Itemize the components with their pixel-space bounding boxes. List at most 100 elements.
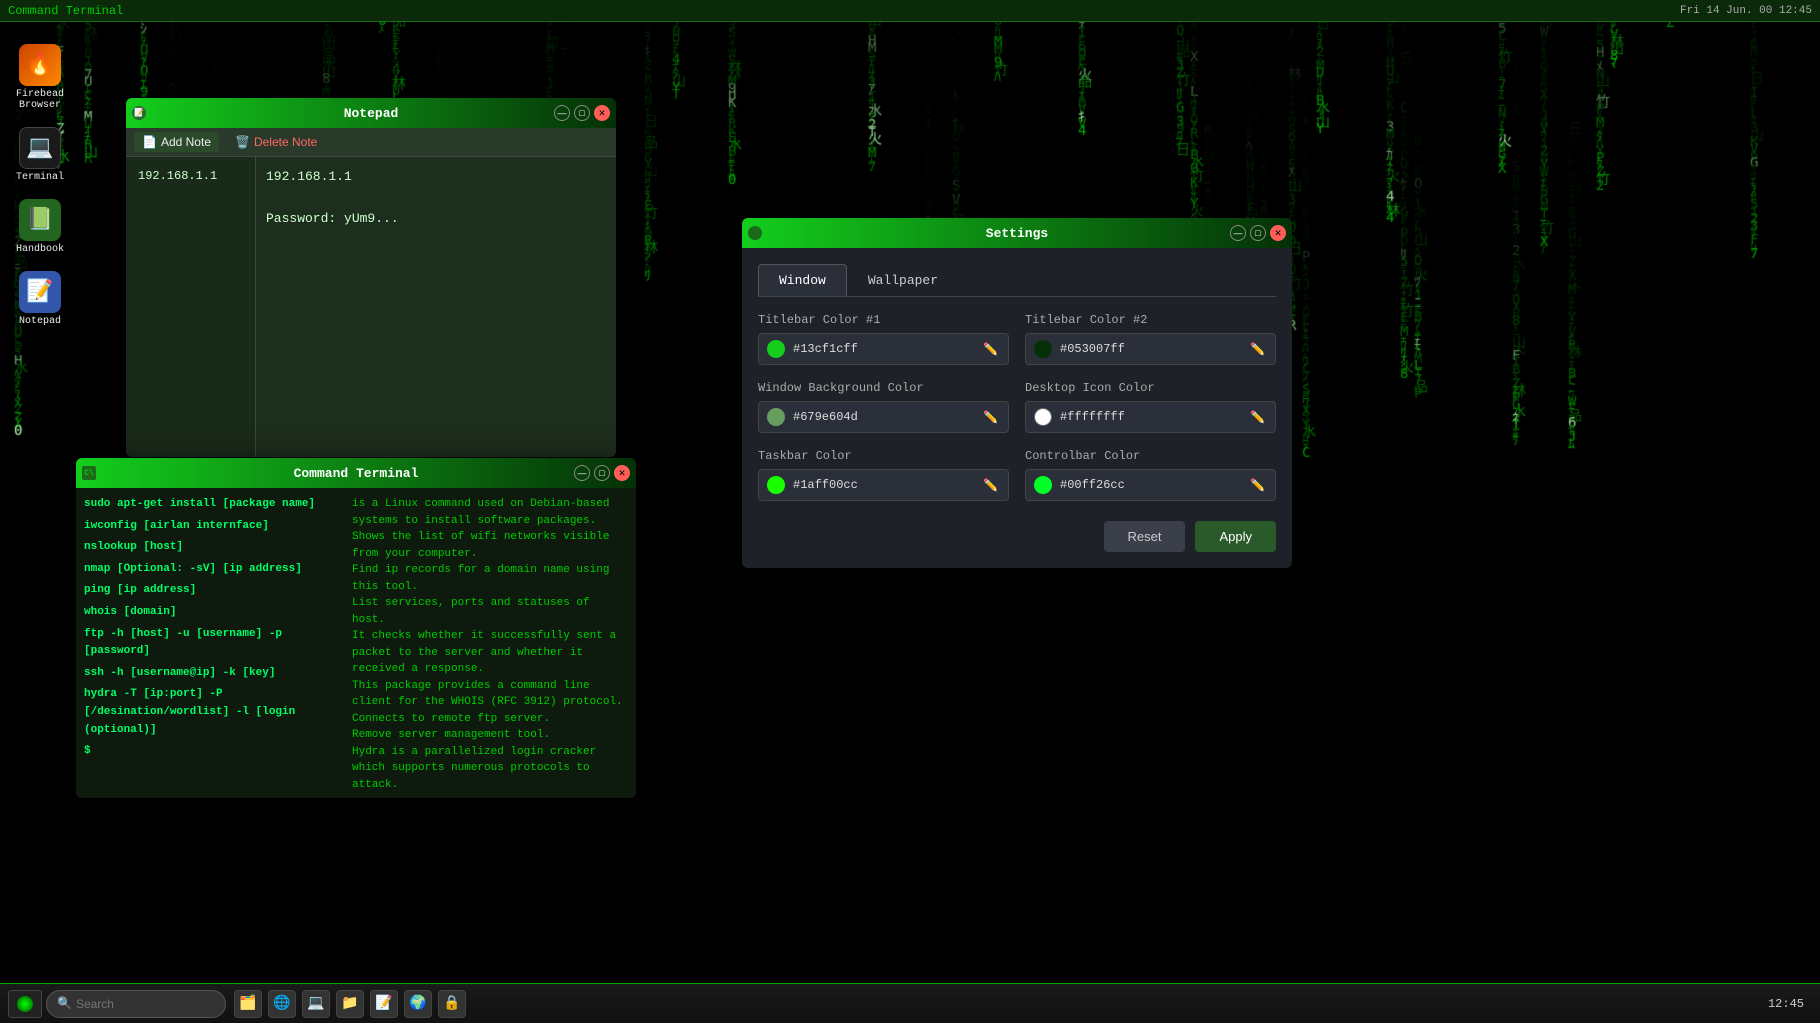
terminal-cmd-6: ftp -h [host] -u [username] -p [password…: [84, 626, 344, 661]
terminal-cmd-2: nslookup [host]: [84, 539, 344, 557]
window-bg-edit-btn[interactable]: ✏️: [981, 408, 1000, 426]
settings-content: Window Wallpaper Titlebar Color #1 #13cf…: [742, 248, 1292, 568]
tab-window-label: Window: [779, 273, 826, 288]
terminal-titlebar[interactable]: C\ Command Terminal — □ ✕: [76, 458, 636, 488]
terminal-desc-8: Hydra is a parallelized login cracker wh…: [352, 744, 628, 794]
delete-note-button[interactable]: 🗑️ Delete Note: [227, 132, 325, 152]
terminal-prompt[interactable]: $: [84, 743, 344, 761]
titlebar1-value: #13cf1cff: [793, 342, 973, 356]
notepad-window: 📝 Notepad — □ ✕ 📄 Add Note 🗑️ Delete Not…: [126, 98, 616, 457]
settings-color-grid: Titlebar Color #1 #13cf1cff ✏️ Titlebar …: [758, 313, 1276, 501]
terminal-maximize-btn[interactable]: □: [594, 465, 610, 481]
desktop-icon-browser[interactable]: 🔥 Firebead Browser: [5, 40, 75, 115]
terminal-cmd-5: whois [domain]: [84, 604, 344, 622]
taskbar-icon-browser[interactable]: 🌐: [268, 990, 296, 1018]
terminal-cmd-3: nmap [Optional: -sV] [ip address]: [84, 561, 344, 579]
settings-actions: Reset Apply: [758, 521, 1276, 552]
desktop-icons: 🔥 Firebead Browser 💻 Terminal 📗 Handbook…: [0, 30, 80, 341]
taskbar-color-dot: [767, 476, 785, 494]
notepad-close-btn[interactable]: ✕: [594, 105, 610, 121]
settings-minimize-btn[interactable]: —: [1230, 225, 1246, 241]
taskbar-icon-notepad2[interactable]: 📝: [370, 990, 398, 1018]
titlebar1-label: Titlebar Color #1: [758, 313, 1009, 327]
terminal-desc-0: is a Linux command used on Debian-based …: [352, 496, 628, 529]
taskbar-color-label: Taskbar Color: [758, 449, 1009, 463]
terminal-cmd-8: hydra -T [ip:port] -P [/desination/wordl…: [84, 686, 344, 739]
terminal-desc-1: Shows the list of wifi networks visible …: [352, 529, 628, 562]
terminal-body[interactable]: sudo apt-get install [package name]iwcon…: [76, 488, 636, 798]
desktop-icon-edit-btn[interactable]: ✏️: [1248, 408, 1267, 426]
settings-window: Settings — □ ✕ Window Wallpaper Titlebar…: [742, 218, 1292, 568]
notepad-minimize-btn[interactable]: —: [554, 105, 570, 121]
window-bg-value: #679e604d: [793, 410, 973, 424]
search-bar[interactable]: 🔍: [46, 990, 226, 1018]
search-icon: 🔍: [57, 996, 72, 1011]
settings-maximize-btn[interactable]: □: [1250, 225, 1266, 241]
controlbar-color-row: #00ff26cc ✏️: [1025, 469, 1276, 501]
desktop-icon-notepad[interactable]: 📝 Notepad: [5, 267, 75, 331]
desktop-icon-label: Desktop Icon Color: [1025, 381, 1276, 395]
tab-wallpaper[interactable]: Wallpaper: [847, 264, 959, 296]
settings-close-btn[interactable]: ✕: [1270, 225, 1286, 241]
desktop-icon-value: #ffffffff: [1060, 410, 1240, 424]
window-bg-row: #679e604d ✏️: [758, 401, 1009, 433]
terminal-minimize-btn[interactable]: —: [574, 465, 590, 481]
start-icon: [17, 996, 33, 1012]
tab-window[interactable]: Window: [758, 264, 847, 296]
start-button[interactable]: [8, 990, 42, 1018]
terminal-desc-7: Remove server management tool.: [352, 727, 628, 744]
taskbar-icon-security[interactable]: 🔒: [438, 990, 466, 1018]
terminal-descriptions-right: is a Linux command used on Debian-based …: [352, 496, 628, 790]
settings-title: Settings: [750, 226, 1284, 241]
settings-tabs: Window Wallpaper: [758, 264, 1276, 297]
terminal-cmd-4: ping [ip address]: [84, 582, 344, 600]
topbar: Command Terminal Fri 14 Jun. 00 12:45: [0, 0, 1820, 22]
topbar-datetime: Fri 14 Jun. 00 12:45: [1680, 5, 1812, 17]
terminal-desc-4: It checks whether it successfully sent a…: [352, 628, 628, 678]
titlebar2-row: #053007ff ✏️: [1025, 333, 1276, 365]
terminal-desc-6: Connects to remote ftp server.: [352, 711, 628, 728]
notepad-main[interactable]: 192.168.1.1 Password: yUm9...: [256, 157, 616, 457]
notepad-titlebar[interactable]: 📝 Notepad — □ ✕: [126, 98, 616, 128]
terminal-cmd-1: iwconfig [airlan internface]: [84, 518, 344, 536]
taskbar-color-edit-btn[interactable]: ✏️: [981, 476, 1000, 494]
apply-button[interactable]: Apply: [1195, 521, 1276, 552]
titlebar2-dot: [1034, 340, 1052, 358]
terminal-window-controls: — □ ✕: [574, 465, 630, 481]
notepad-icon-btn: 📝: [132, 106, 146, 120]
tab-wallpaper-label: Wallpaper: [868, 273, 938, 288]
add-note-button[interactable]: 📄 Add Note: [134, 132, 219, 152]
titlebar2-edit-btn[interactable]: ✏️: [1248, 340, 1267, 358]
terminal-icon-label: Terminal: [16, 172, 64, 183]
reset-button[interactable]: Reset: [1104, 521, 1186, 552]
taskbar-icon-network[interactable]: 🌍: [404, 990, 432, 1018]
titlebar2-value: #053007ff: [1060, 342, 1240, 356]
controlbar-color-dot: [1034, 476, 1052, 494]
terminal-icon-indicator: C\: [82, 466, 96, 480]
notepad-maximize-btn[interactable]: □: [574, 105, 590, 121]
notepad-note-item[interactable]: 192.168.1.1: [134, 165, 247, 187]
controlbar-color-edit-btn[interactable]: ✏️: [1248, 476, 1267, 494]
titlebar2-field: Titlebar Color #2 #053007ff ✏️: [1025, 313, 1276, 365]
notepad-toolbar: 📄 Add Note 🗑️ Delete Note: [126, 128, 616, 157]
desktop-icon-terminal[interactable]: 💻 Terminal: [5, 123, 75, 187]
taskbar-icon-files[interactable]: 📁: [336, 990, 364, 1018]
taskbar-icon-terminal2[interactable]: 💻: [302, 990, 330, 1018]
desktop-icon-row: #ffffffff ✏️: [1025, 401, 1276, 433]
window-bg-dot: [767, 408, 785, 426]
settings-titlebar[interactable]: Settings — □ ✕: [742, 218, 1292, 248]
notepad-window-controls: — □ ✕: [554, 105, 610, 121]
titlebar1-edit-btn[interactable]: ✏️: [981, 340, 1000, 358]
desktop-icon-handbook[interactable]: 📗 Handbook: [5, 195, 75, 259]
notepad-sidebar: 192.168.1.1: [126, 157, 256, 457]
taskbar-icon-explorer[interactable]: 🗂️: [234, 990, 262, 1018]
taskbar-color-field: Taskbar Color #1aff00cc ✏️: [758, 449, 1009, 501]
add-note-label: Add Note: [161, 135, 211, 149]
terminal-close-btn[interactable]: ✕: [614, 465, 630, 481]
browser-icon-label: Firebead Browser: [9, 89, 71, 111]
titlebar2-label: Titlebar Color #2: [1025, 313, 1276, 327]
notepad-title: Notepad: [134, 106, 608, 121]
window-bg-field: Window Background Color #679e604d ✏️: [758, 381, 1009, 433]
search-input[interactable]: [76, 997, 196, 1011]
settings-icon-area: [748, 226, 762, 240]
